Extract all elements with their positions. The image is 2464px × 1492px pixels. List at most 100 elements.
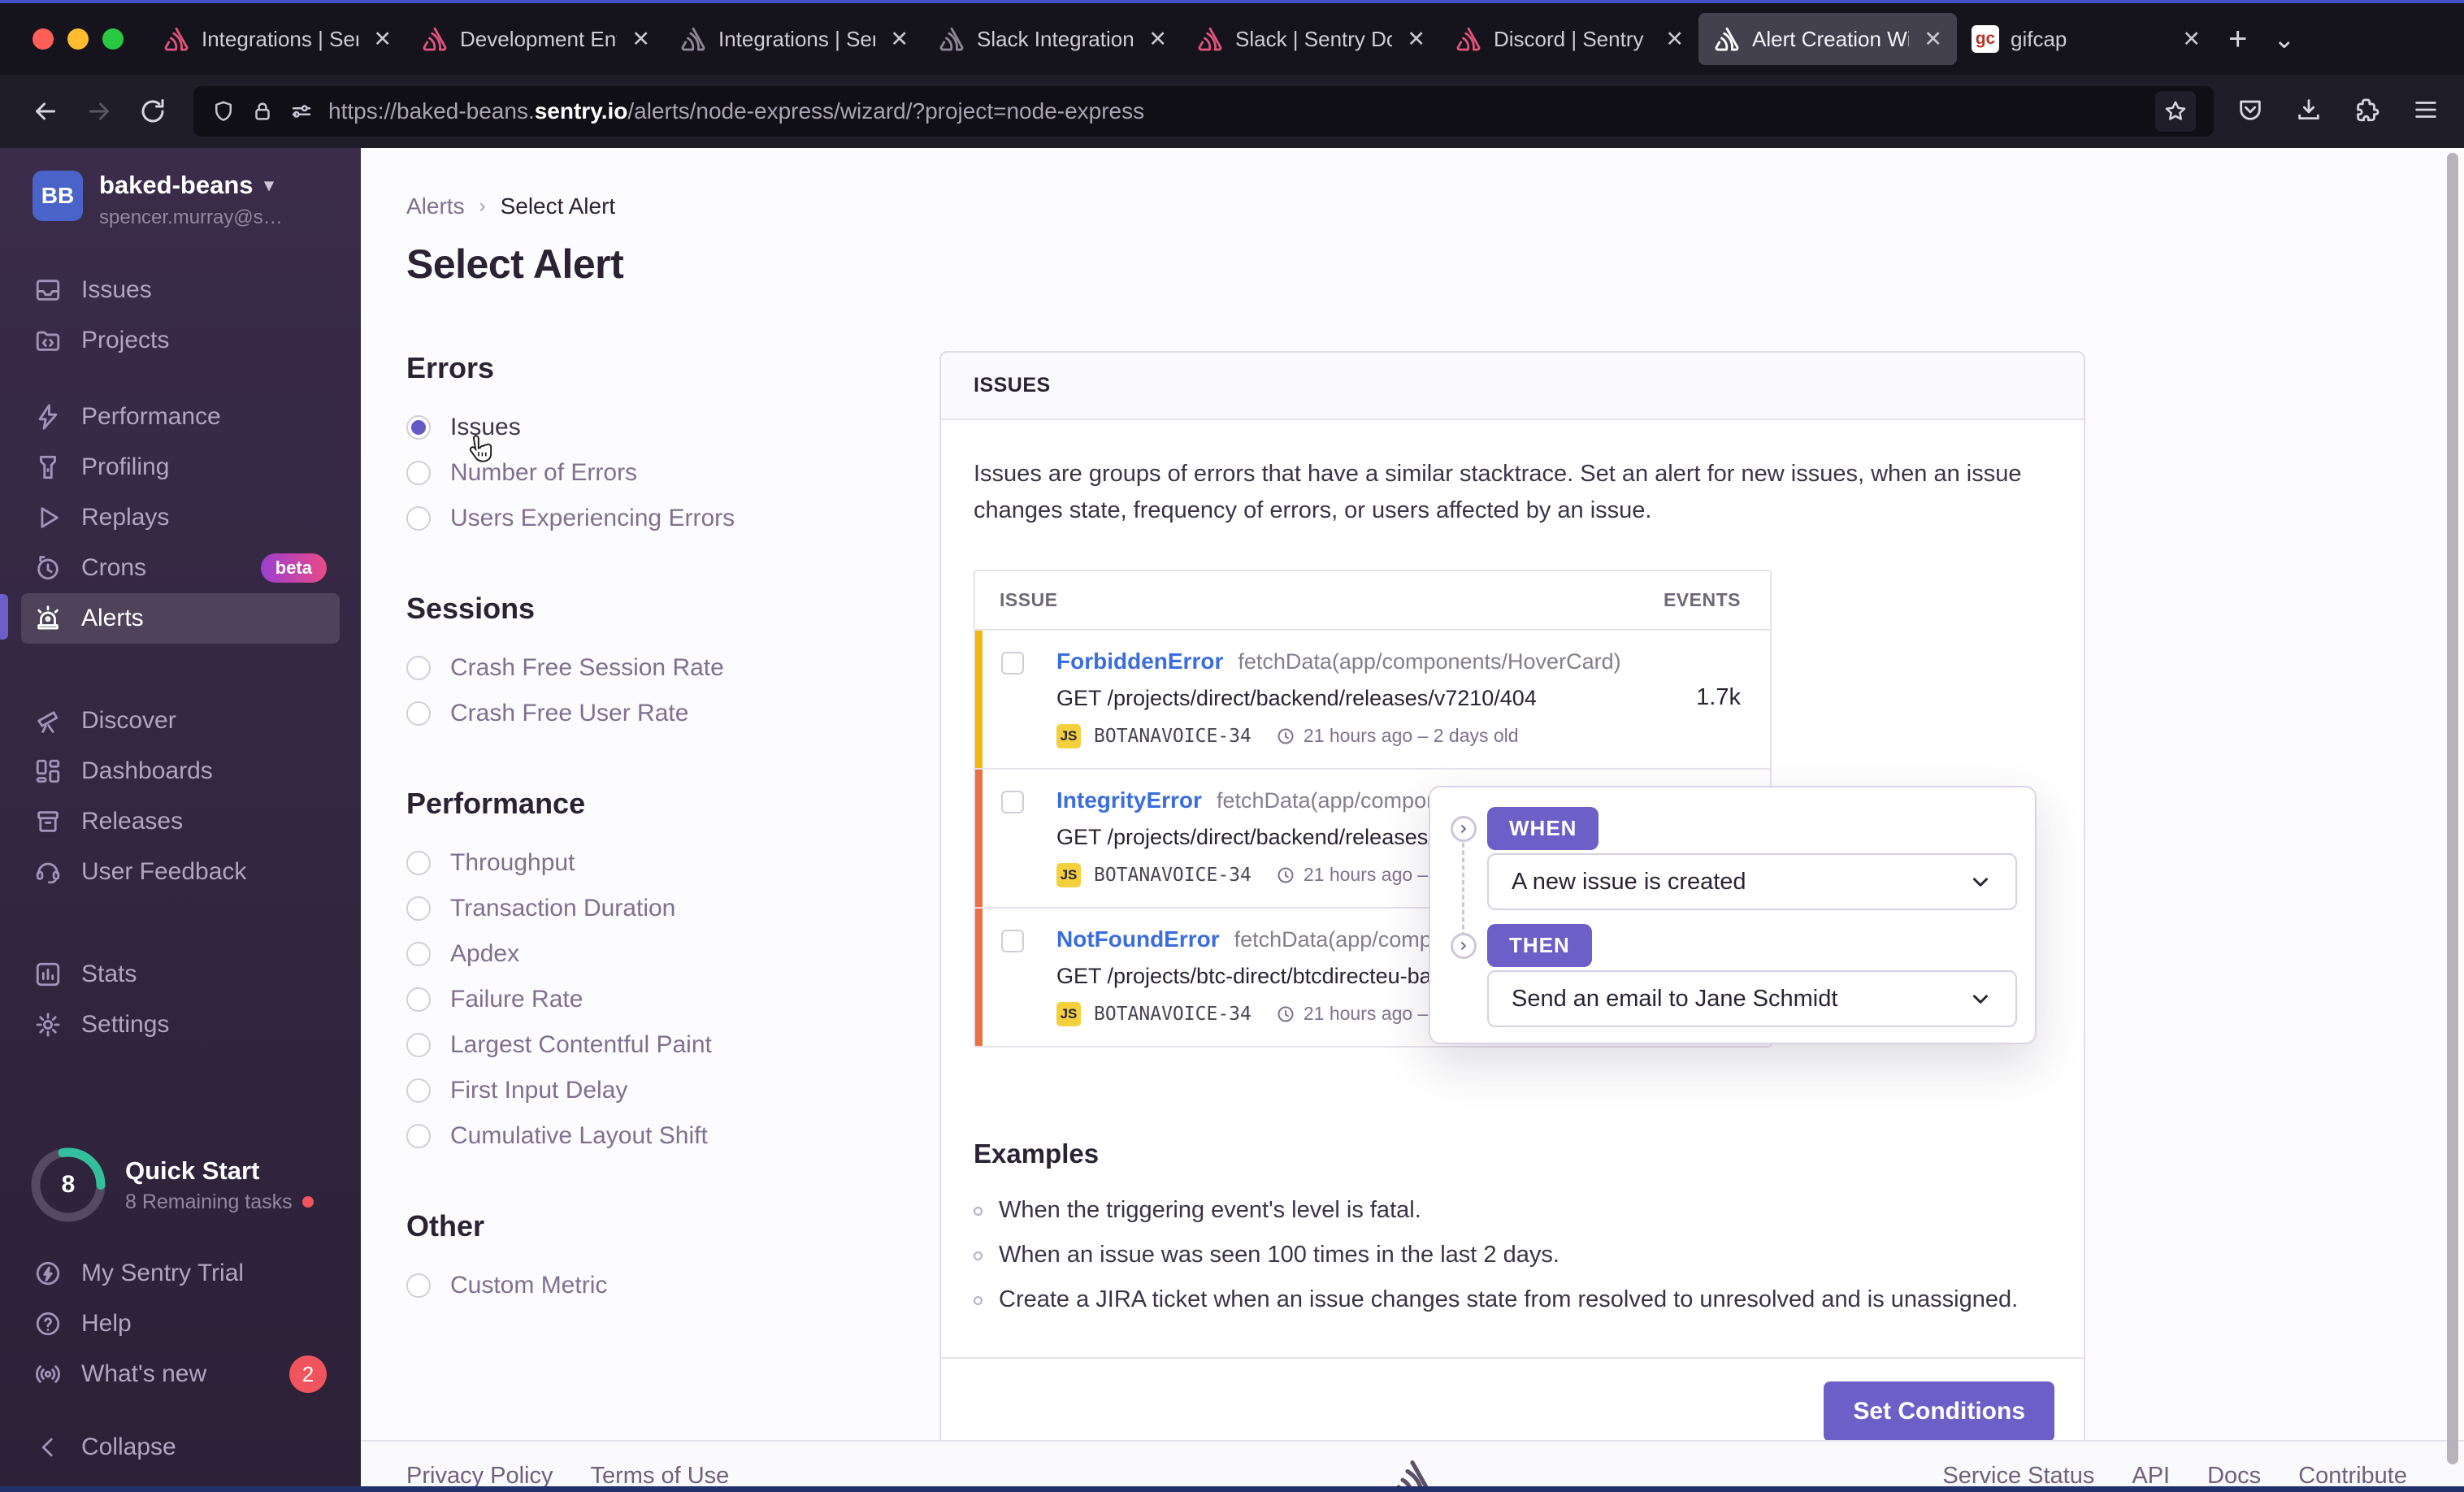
bookmark-star-icon[interactable] [2155,91,2196,132]
radio[interactable] [406,656,431,680]
issue-location: fetchData(app/components/HoverCard) [1238,648,1621,674]
minimize-window-button[interactable] [67,28,89,50]
list-tabs-button[interactable]: ⌄ [2273,26,2295,52]
tab-close-icon[interactable]: ✕ [1920,27,1942,52]
tab-title: Integrations | Sentry [202,26,358,51]
radio[interactable] [406,1078,431,1103]
row-checkbox[interactable] [1001,651,1024,674]
option-largest-contentful-paint[interactable]: Largest Contentful Paint [406,1022,923,1068]
tab-close-icon[interactable]: ✕ [1662,27,1684,52]
option-custom-metric[interactable]: Custom Metric [406,1263,923,1308]
option-cumulative-layout-shift[interactable]: Cumulative Layout Shift [406,1113,923,1159]
issue-name-link[interactable]: IntegrityError [1056,787,1202,813]
option-failure-rate[interactable]: Failure Rate [406,977,923,1022]
radio[interactable] [406,851,431,875]
tab-development-environment[interactable]: Development Enviro ✕ [406,13,665,65]
sidebar-item-alerts[interactable]: Alerts [21,593,340,644]
tab-discord-docs[interactable]: Discord | Sentry Do ✕ [1440,13,1698,65]
radio-selected[interactable] [406,415,431,440]
tab-close-icon[interactable]: ✕ [887,27,909,52]
sidebar-item-replays[interactable]: Replays [21,492,340,543]
then-action-select[interactable]: Send an email to Jane Schmidt [1487,970,2017,1027]
sidebar-item-performance[interactable]: Performance [21,392,340,442]
sidebar-item-dashboards[interactable]: Dashboards [21,746,340,796]
chevron-down-icon [1968,987,1993,1011]
row-checkbox[interactable] [1001,790,1024,813]
url-bar[interactable]: https://baked-beans.sentry.io/alerts/nod… [193,86,2214,137]
tab-close-icon[interactable]: ✕ [2179,27,2201,52]
sidebar-item-whats-new[interactable]: What's new 2 [21,1349,340,1399]
close-window-button[interactable] [33,28,54,50]
tab-integrations-2[interactable]: Integrations | Sentry ✕ [665,13,923,65]
radio[interactable] [406,701,431,726]
tab-close-icon[interactable]: ✕ [370,27,392,52]
tracking-protection-shield-icon[interactable] [211,99,236,124]
releases-icon [37,811,59,832]
scrollbar-thumb[interactable] [2447,153,2458,1464]
sidebar-item-label: Issues [81,276,152,303]
radio[interactable] [406,896,431,921]
group-heading: Other [406,1209,485,1243]
option-crash-free-session-rate[interactable]: Crash Free Session Rate [406,645,923,691]
tab-integrations-1[interactable]: Integrations | Sentry ✕ [148,13,406,65]
sidebar-item-user-feedback[interactable]: User Feedback [21,847,340,897]
tab-close-icon[interactable]: ✕ [1145,27,1167,52]
sidebar-item-label: Stats [81,961,137,987]
issue-name-link[interactable]: NotFoundError [1056,926,1220,952]
sidebar-item-settings[interactable]: Settings [21,1000,340,1050]
radio[interactable] [406,1124,431,1148]
issue-row-forbidden-error[interactable]: ForbiddenError fetchData(app/components/H… [975,628,1770,768]
radio[interactable] [406,461,431,485]
forward-button[interactable] [78,90,120,132]
sidebar-item-projects[interactable]: Projects [21,315,340,366]
sidebar-item-profiling[interactable]: Profiling [21,442,340,492]
sidebar-item-releases[interactable]: Releases [21,796,340,847]
row-checkbox[interactable] [1001,929,1024,952]
tab-gifcap[interactable]: gc gifcap ✕ [1957,13,2215,65]
zoom-window-button[interactable] [102,28,124,50]
radio[interactable] [406,506,431,531]
option-transaction-duration[interactable]: Transaction Duration [406,886,923,931]
option-crash-free-user-rate[interactable]: Crash Free User Rate [406,691,923,736]
radio[interactable] [406,1033,431,1057]
reload-button[interactable] [132,90,174,132]
when-condition-select[interactable]: A new issue is created [1487,853,2017,910]
sidebar-item-stats[interactable]: Stats [21,949,340,1000]
new-tab-button[interactable]: + [2228,23,2247,55]
tab-slack-integration[interactable]: Slack Integration | S ✕ [923,13,1182,65]
sidebar-item-issues[interactable]: Issues [21,265,340,315]
tab-slack-docs[interactable]: Slack | Sentry Docu ✕ [1182,13,1440,65]
org-switcher[interactable]: BB baked-beans ▾ spencer.murray@s… [0,171,361,229]
sidebar-item-help[interactable]: Help [21,1299,340,1349]
lock-icon[interactable] [250,99,275,124]
option-users-experiencing-errors[interactable]: Users Experiencing Errors [406,496,923,541]
option-throughput[interactable]: Throughput [406,840,923,886]
radio[interactable] [406,1273,431,1298]
sidebar-item-label: Replays [81,504,170,531]
sidebar-item-my-sentry-trial[interactable]: My Sentry Trial [21,1248,340,1299]
sidebar-item-crons[interactable]: Crons beta [21,543,340,593]
download-icon[interactable] [2295,96,2323,128]
radio[interactable] [406,942,431,966]
radio[interactable] [406,987,431,1012]
group-heading: Performance [406,787,586,820]
sidebar-collapse-button[interactable]: Collapse [21,1422,340,1472]
menu-hamburger-icon[interactable] [2412,96,2440,128]
extensions-puzzle-icon[interactable] [2353,96,2381,128]
tab-close-icon[interactable]: ✕ [628,27,650,52]
breadcrumb-alerts-link[interactable]: Alerts [406,193,465,219]
back-button[interactable] [24,90,67,132]
option-apdex[interactable]: Apdex [406,931,923,977]
tab-close-icon[interactable]: ✕ [1403,27,1425,52]
sidebar-item-label: Releases [81,808,184,835]
tab-title: Integrations | Sentry [718,26,875,51]
issue-name-link[interactable]: ForbiddenError [1056,648,1223,674]
pocket-icon[interactable] [2236,96,2264,128]
beta-badge: beta [260,553,327,583]
set-conditions-button[interactable]: Set Conditions [1824,1381,2054,1442]
quick-start-panel[interactable]: 8 Quick Start 8 Remaining tasks [0,1141,361,1229]
tab-alert-creation-wizard[interactable]: Alert Creation Wizar ✕ [1698,13,1957,65]
permissions-icon[interactable] [289,99,314,124]
sidebar-item-discover[interactable]: Discover [21,696,340,746]
option-first-input-delay[interactable]: First Input Delay [406,1068,923,1113]
